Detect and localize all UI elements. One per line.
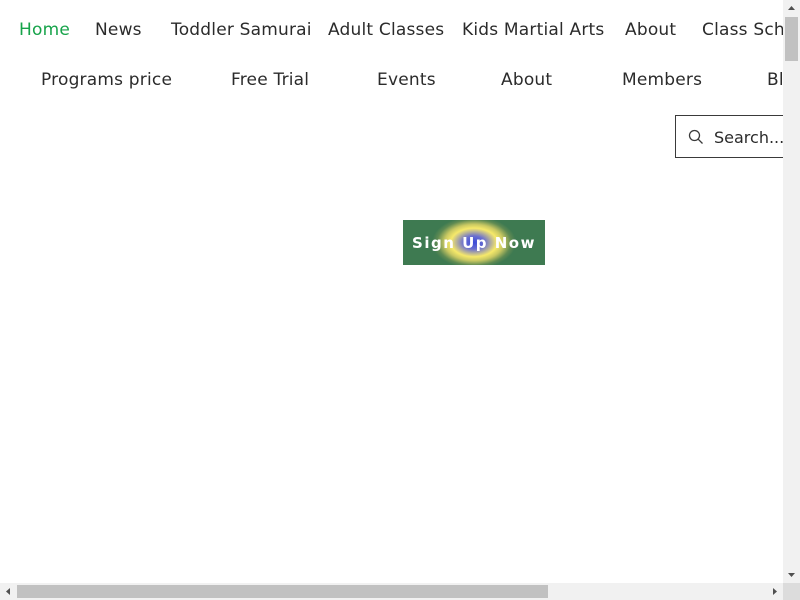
- sign-up-now-button[interactable]: Sign Up Now: [403, 220, 545, 265]
- nav-link-about-secondary[interactable]: About: [501, 70, 552, 90]
- nav-link-events[interactable]: Events: [377, 70, 436, 90]
- nav-link-class-schedule[interactable]: Class Sche: [702, 20, 783, 40]
- nav-link-toddler-samurai[interactable]: Toddler Samurai: [171, 20, 312, 40]
- search-box: [675, 115, 783, 158]
- search-icon[interactable]: [688, 129, 704, 145]
- scroll-left-arrow-icon[interactable]: [0, 583, 17, 600]
- nav-link-about[interactable]: About: [625, 20, 676, 40]
- search-input[interactable]: [714, 124, 783, 150]
- scrollbar-corner: [783, 583, 800, 600]
- scroll-up-arrow-icon[interactable]: [783, 0, 800, 17]
- scroll-down-arrow-icon[interactable]: [783, 566, 800, 583]
- page-viewport: Home News Toddler Samurai Adult Classes …: [0, 0, 783, 583]
- nav-link-free-trial[interactable]: Free Trial: [231, 70, 309, 90]
- horizontal-scroll-thumb[interactable]: [17, 585, 548, 598]
- nav-link-blog[interactable]: Bl: [767, 70, 783, 90]
- nav-link-news[interactable]: News: [95, 20, 142, 40]
- nav-link-home[interactable]: Home: [19, 20, 70, 40]
- nav-link-adult-classes[interactable]: Adult Classes: [328, 20, 444, 40]
- nav-link-programs-price[interactable]: Programs price: [41, 70, 172, 90]
- vertical-scrollbar[interactable]: [783, 0, 800, 583]
- horizontal-scrollbar[interactable]: [0, 583, 783, 600]
- scroll-right-arrow-icon[interactable]: [766, 583, 783, 600]
- vertical-scroll-thumb[interactable]: [785, 17, 798, 61]
- nav-link-members[interactable]: Members: [622, 70, 702, 90]
- nav-link-kids-martial-arts[interactable]: Kids Martial Arts: [462, 20, 604, 40]
